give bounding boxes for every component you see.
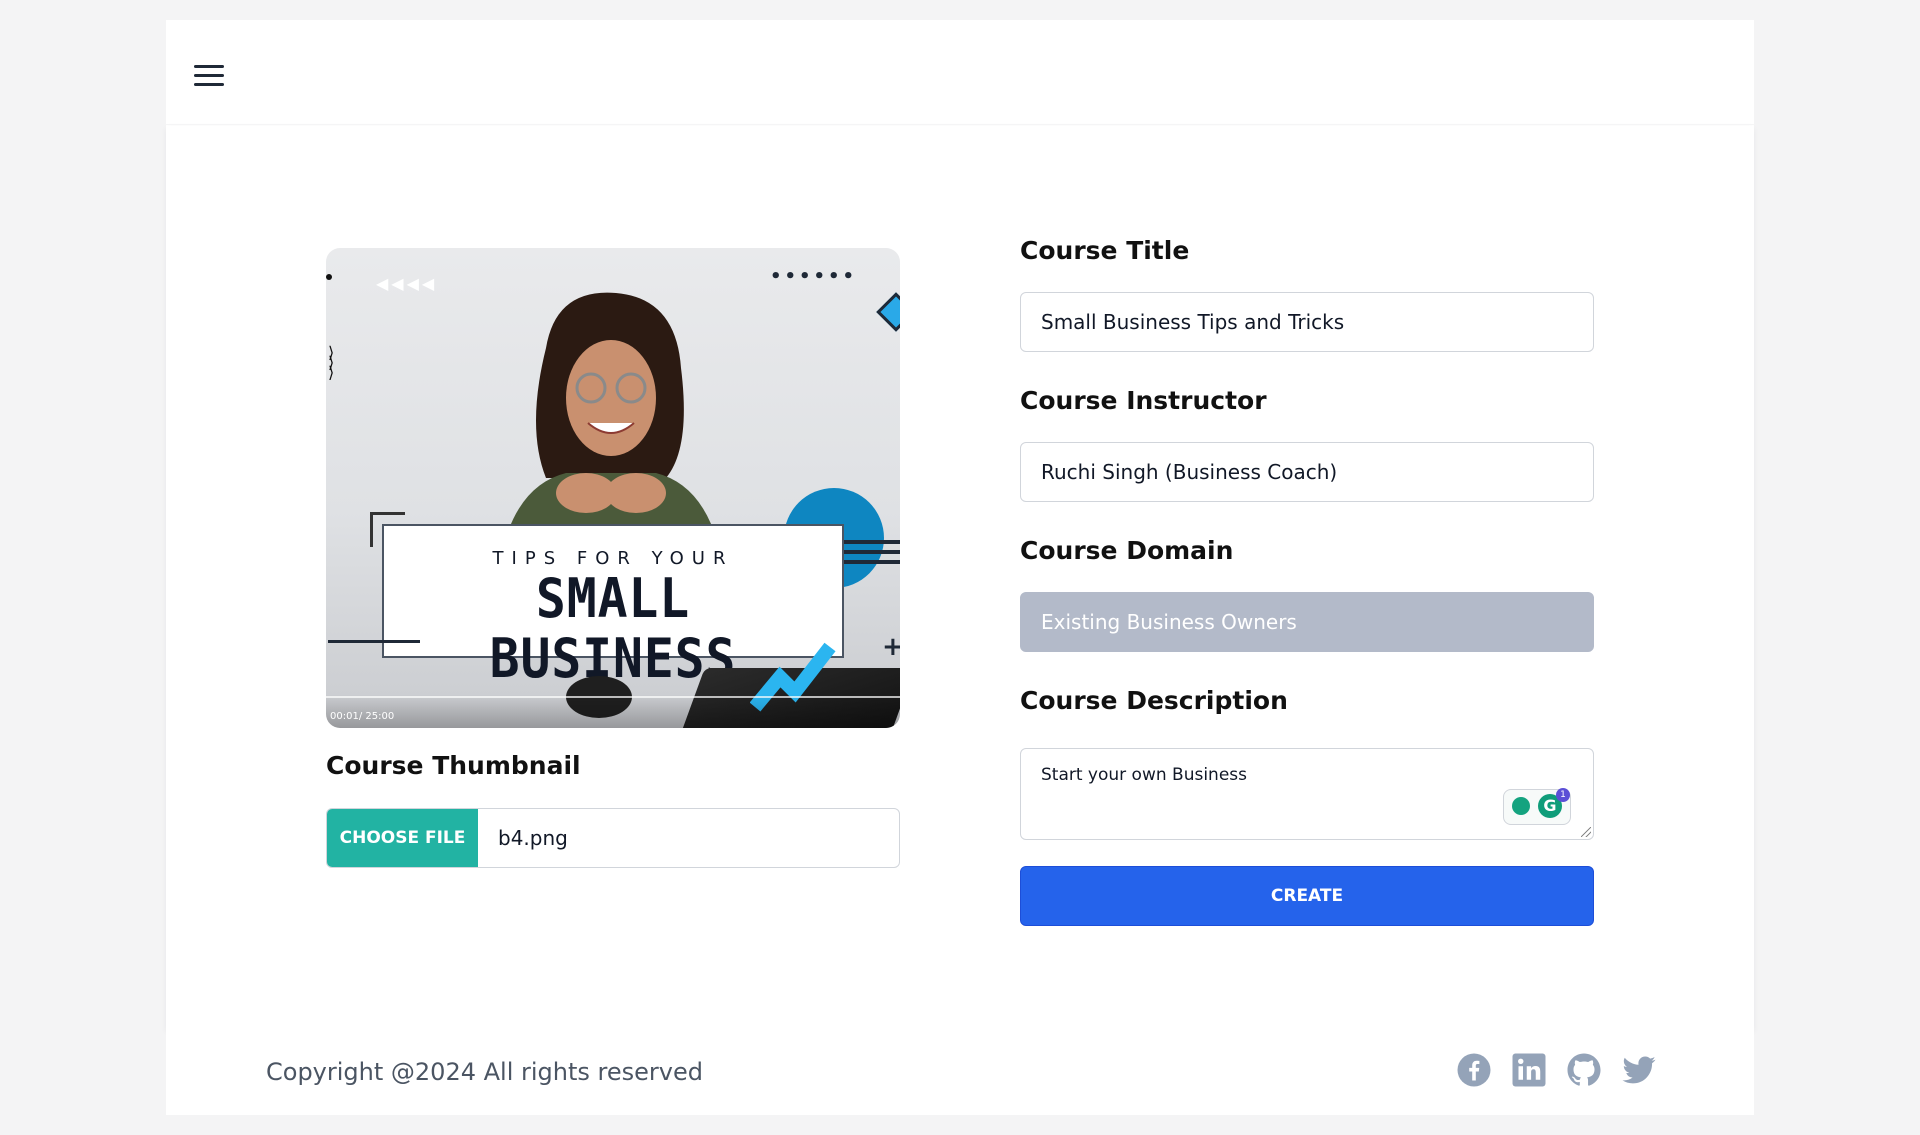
- decorative-triangles: ◀◀◀◀: [376, 274, 438, 293]
- course-thumbnail-preview: ◀◀◀◀ •••••• ⟩ ⟩ ⟩ TIPS FOR YOUR SMALL BU…: [326, 248, 900, 728]
- course-description-label: Course Description: [1020, 686, 1288, 715]
- course-thumbnail-label: Course Thumbnail: [326, 751, 581, 780]
- copyright-text: Copyright @2024 All rights reserved: [266, 1058, 703, 1086]
- course-description-textarea[interactable]: Start your own Business G 1: [1020, 748, 1594, 840]
- description-text: Start your own Business: [1041, 765, 1248, 785]
- decorative-zigzag: ⟩ ⟩ ⟩: [328, 343, 335, 382]
- video-progress-overlay: [326, 694, 900, 728]
- decorative-plus: +: [882, 632, 900, 662]
- course-domain-label: Course Domain: [1020, 536, 1234, 565]
- decorative-dot: [326, 274, 332, 280]
- twitter-icon[interactable]: [1621, 1052, 1657, 1088]
- selected-file-name: b4.png: [498, 826, 568, 850]
- create-button[interactable]: CREATE: [1020, 866, 1594, 926]
- decorative-dots: ••••••: [770, 266, 858, 287]
- decorative-diamond: [876, 292, 900, 332]
- course-instructor-input[interactable]: Ruchi Singh (Business Coach): [1020, 442, 1594, 502]
- resize-handle-icon[interactable]: [1581, 827, 1591, 837]
- video-progress-bar[interactable]: [326, 696, 900, 698]
- hamburger-menu-icon[interactable]: [192, 63, 226, 89]
- course-instructor-label: Course Instructor: [1020, 386, 1267, 415]
- grammarly-count-badge: 1: [1556, 788, 1570, 802]
- decorative-line: [328, 640, 420, 643]
- lightbulb-icon[interactable]: [1512, 797, 1530, 815]
- linkedin-icon[interactable]: [1511, 1052, 1547, 1088]
- grammarly-widget[interactable]: G 1: [1503, 788, 1571, 825]
- facebook-icon[interactable]: [1456, 1052, 1492, 1088]
- top-navbar: [166, 20, 1754, 125]
- page-container: ◀◀◀◀ •••••• ⟩ ⟩ ⟩ TIPS FOR YOUR SMALL BU…: [166, 20, 1754, 1115]
- course-title-input[interactable]: Small Business Tips and Tricks: [1020, 292, 1594, 352]
- video-timestamp: 00:01/ 25:00: [330, 711, 395, 722]
- course-domain-input[interactable]: Existing Business Owners: [1020, 592, 1594, 652]
- banner-subtitle: TIPS FOR YOUR: [492, 548, 734, 569]
- choose-file-button[interactable]: CHOOSE FILE: [327, 809, 478, 867]
- course-form-section: ◀◀◀◀ •••••• ⟩ ⟩ ⟩ TIPS FOR YOUR SMALL BU…: [166, 126, 1754, 1030]
- course-title-label: Course Title: [1020, 236, 1190, 265]
- footer: Copyright @2024 All rights reserved: [166, 1030, 1754, 1115]
- github-icon[interactable]: [1566, 1052, 1602, 1088]
- thumbnail-file-input[interactable]: CHOOSE FILE b4.png: [326, 808, 900, 868]
